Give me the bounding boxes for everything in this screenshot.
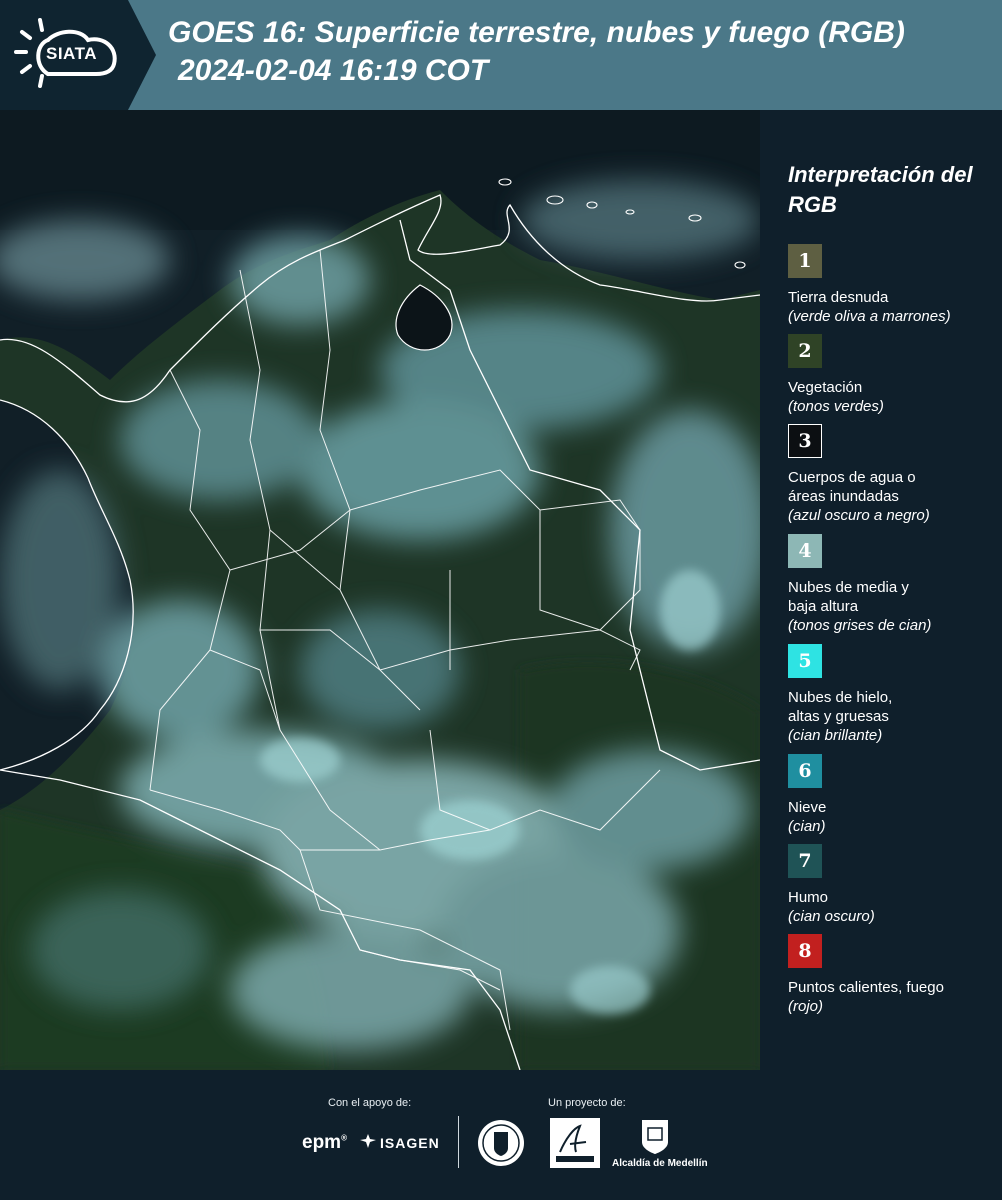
legend-item-ice-clouds: 5 Nubes de hielo, altas y gruesas (cian … [788,644,998,745]
alcaldia-logo-text: Alcaldía de Medellín [612,1158,708,1169]
siata-logo-text: SIATA [46,44,97,63]
project-label: Un proyecto de: [548,1097,626,1109]
legend-item-bare-land: 1 Tierra desnuda (verde oliva a marrones… [788,244,998,326]
epm-logo-text: epm [302,1132,342,1153]
legend-number: 4 [798,540,812,562]
satellite-image [0,110,760,1070]
legend-item-hot-spots: 8 Puntos calientes, fuego (rojo) [788,934,998,1016]
title-product: GOES 16: Superficie terrestre, nubes y f… [168,16,905,49]
legend-number: 6 [798,760,812,782]
legend-item-smoke: 7 Humo (cian oscuro) [788,844,998,926]
university-seal-icon [478,1120,524,1166]
legend-item-water: 3 Cuerpos de agua o áreas inundadas (azu… [788,424,998,525]
legend-swatch: 7 [788,844,822,878]
legend-label: Humo [788,889,829,906]
legend-label: Nubes de media y baja altura [788,579,909,615]
legend-label: Nubes de hielo, altas y gruesas [788,689,893,725]
title-timestamp: 2024-02-04 16:19 COT [178,54,489,87]
legend-item-snow: 6 Nieve (cian) [788,754,998,836]
epm-logo: epm® [302,1132,347,1153]
support-label: Con el apoyo de: [328,1097,412,1109]
legend-label: Tierra desnuda [788,289,889,306]
legend-swatch: 2 [788,334,822,368]
legend-description: (rojo) [788,998,824,1015]
legend-number: 3 [798,430,812,452]
page-title: GOES 16: Superficie terrestre, nubes y f… [168,14,998,90]
legend-number: 1 [798,250,812,272]
legend-description: (verde oliva a marrones) [788,308,951,325]
legend-swatch: 6 [788,754,822,788]
footer: Con el apoyo de: Un proyecto de: epm® IS… [0,1070,1002,1200]
isagen-logo-text: ISAGEN [380,1135,440,1151]
legend-description: (cian) [788,818,826,835]
footer-divider [458,1116,459,1168]
legend-number: 8 [798,940,812,962]
legend-swatch: 1 [788,244,822,278]
legend-swatch: 4 [788,534,822,568]
header: SIATA GOES 16: Superficie terrestre, nub… [0,0,1002,110]
legend-description: (tonos verdes) [788,398,884,415]
legend-swatch: 5 [788,644,822,678]
legend-number: 2 [798,340,812,362]
area-metropolitana-logo-icon [550,1118,600,1168]
legend-label: Vegetación [788,379,863,396]
legend-description: (cian brillante) [788,727,883,744]
legend-item-vegetation: 2 Vegetación (tonos verdes) [788,334,998,416]
legend-item-mid-low-clouds: 4 Nubes de media y baja altura (tonos gr… [788,534,998,635]
isagen-mark-icon [360,1134,376,1148]
legend-swatch: 3 [788,424,822,458]
alcaldia-shield-icon [642,1120,668,1154]
satellite-map[interactable] [0,110,760,1070]
legend-label: Cuerpos de agua o áreas inundadas [788,469,916,505]
legend-swatch: 8 [788,934,822,968]
legend-description: (azul oscuro a negro) [788,507,930,524]
legend-description: (cian oscuro) [788,908,875,925]
legend-label: Puntos calientes, fuego [788,979,944,996]
rgb-legend: Interpretación del RGB 1 Tierra desnuda … [776,150,996,1015]
isagen-logo: ISAGEN [360,1134,440,1151]
legend-label: Nieve [788,799,827,816]
legend-title: Interpretación del RGB [788,162,973,217]
legend-description: (tonos grises de cian) [788,617,932,634]
legend-number: 5 [798,650,812,672]
legend-number: 7 [798,850,812,872]
